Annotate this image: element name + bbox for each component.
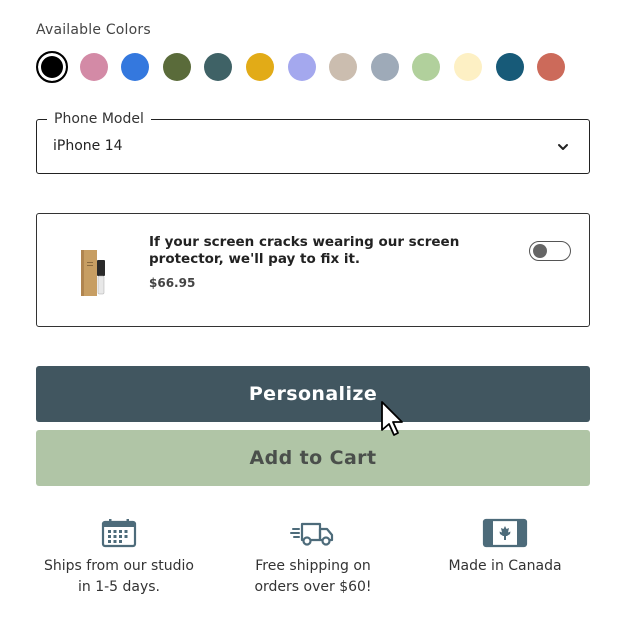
color-swatch-taupe[interactable] bbox=[329, 53, 358, 81]
perk-line-2: orders over $60! bbox=[254, 579, 372, 595]
perk-line-1: Made in Canada bbox=[448, 558, 562, 574]
perk-text: Made in Canada bbox=[420, 556, 590, 577]
color-swatch-mustard[interactable] bbox=[245, 53, 274, 81]
mouse-pointer-icon bbox=[381, 401, 403, 436]
screen-protector-price: $66.95 bbox=[149, 276, 196, 290]
toggle-knob bbox=[533, 244, 547, 258]
perk-text: Ships from our studio in 1-5 days. bbox=[34, 556, 204, 598]
color-swatch-list bbox=[36, 51, 579, 83]
add-to-cart-button[interactable]: Add to Cart bbox=[36, 430, 590, 486]
color-swatch-periwinkle[interactable] bbox=[287, 53, 316, 81]
perk-free-shipping: Free shipping on orders over $60! bbox=[228, 518, 398, 598]
color-swatch-sage[interactable] bbox=[412, 53, 441, 81]
phone-model-value: iPhone 14 bbox=[53, 138, 123, 154]
phone-model-select[interactable]: Phone Model iPhone 14 bbox=[36, 111, 590, 174]
color-swatch-pink[interactable] bbox=[79, 53, 108, 81]
color-swatch-deep-teal[interactable] bbox=[495, 53, 524, 81]
perk-line-1: Free shipping on bbox=[255, 558, 371, 574]
chevron-down-icon bbox=[558, 144, 568, 150]
color-swatch-slate-teal[interactable] bbox=[204, 53, 233, 81]
perk-line-2: in 1-5 days. bbox=[77, 579, 161, 595]
personalize-button[interactable]: Personalize bbox=[36, 366, 590, 422]
screen-protector-description: If your screen cracks wearing our screen… bbox=[149, 234, 460, 267]
perk-line-1: Ships from our studio bbox=[44, 558, 194, 574]
screen-protector-toggle[interactable] bbox=[529, 241, 571, 261]
canada-flag-icon bbox=[482, 518, 528, 548]
perk-text: Free shipping on orders over $60! bbox=[228, 556, 398, 598]
color-swatch-blue[interactable] bbox=[121, 53, 150, 81]
color-swatch-cream[interactable] bbox=[453, 53, 482, 81]
screen-protector-product-image bbox=[81, 250, 105, 296]
color-swatch-terracotta[interactable] bbox=[537, 53, 566, 81]
perk-shipping-time: Ships from our studio in 1-5 days. bbox=[34, 518, 204, 598]
phone-model-label: Phone Model bbox=[47, 111, 151, 127]
color-swatch-black[interactable] bbox=[36, 51, 68, 83]
color-swatch-blue-grey[interactable] bbox=[370, 53, 399, 81]
perk-made-in-canada: Made in Canada bbox=[420, 518, 590, 577]
color-swatch-olive[interactable] bbox=[162, 53, 191, 81]
available-colors-label: Available Colors bbox=[36, 22, 151, 38]
screen-protector-offer: If your screen cracks wearing our screen… bbox=[36, 213, 590, 327]
truck-icon bbox=[290, 522, 334, 546]
calendar-icon bbox=[101, 519, 137, 548]
